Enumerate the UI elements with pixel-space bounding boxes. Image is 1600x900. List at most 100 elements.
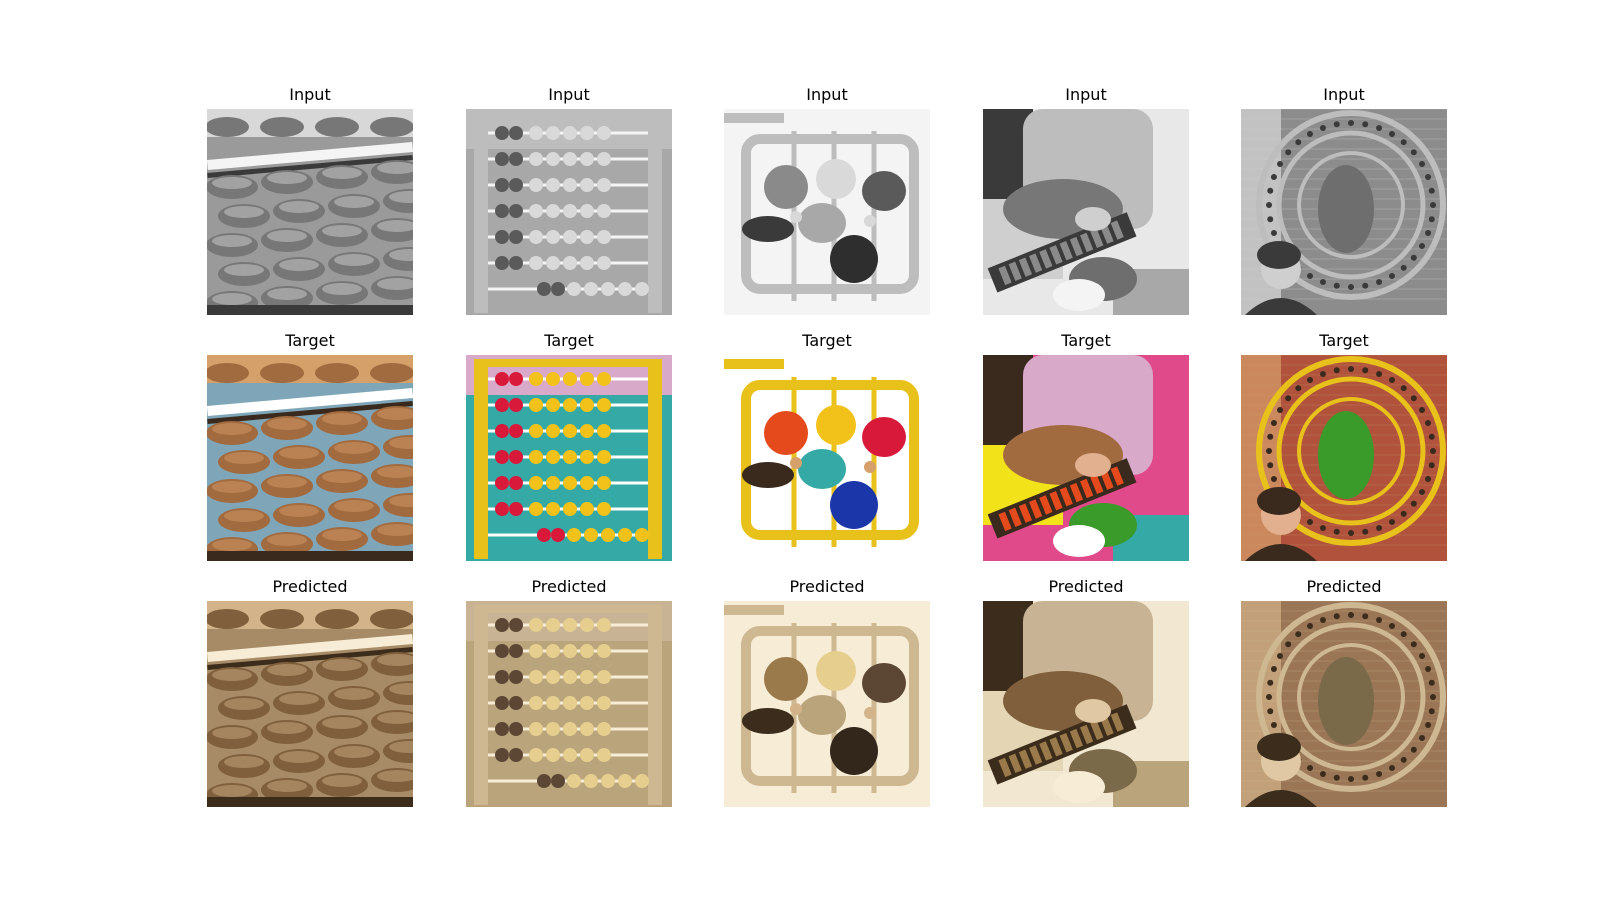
yellow-bead [567, 774, 581, 788]
frame-right [648, 113, 662, 313]
yellow-bead [529, 696, 543, 710]
bead-highlight [224, 264, 264, 276]
gem-bead [862, 663, 906, 703]
hand [1075, 207, 1111, 231]
yellow-bead [580, 670, 594, 684]
red-bead [509, 424, 523, 438]
ring-bead [1285, 641, 1292, 648]
kids-abacus-frame-image [466, 355, 672, 561]
yellow-bead [546, 670, 560, 684]
yellow-bead [563, 618, 577, 632]
yellow-bead [563, 424, 577, 438]
red-bead [495, 230, 509, 244]
bead-highlight [322, 659, 362, 671]
ring-bead [1400, 385, 1407, 392]
yellow-bead [529, 256, 543, 270]
yellow-bead [580, 204, 594, 218]
ring-bead [1267, 216, 1274, 223]
topiary [1318, 411, 1374, 499]
hand [1075, 453, 1111, 477]
red-bead [509, 398, 523, 412]
ring-bead [1270, 419, 1277, 426]
bead-highlight [322, 775, 362, 787]
panel-title: Target [802, 331, 852, 350]
ring-bead [1389, 519, 1395, 526]
red-bead [495, 204, 509, 218]
gem-bead [816, 405, 856, 445]
image-grid-figure: Input Input Input Input Input Target Target Tar… [0, 0, 1600, 900]
ring-bead [1419, 735, 1426, 741]
metal-spacer [864, 707, 876, 719]
upper-bead [315, 609, 359, 629]
ring-bead [1285, 149, 1292, 156]
bead-highlight [279, 693, 319, 705]
yellow-bead [546, 644, 560, 658]
yellow-bead [563, 450, 577, 464]
upper-bead [315, 363, 359, 383]
red-bead [509, 204, 523, 218]
ring-bead [1376, 616, 1383, 623]
ring-bead [1389, 376, 1395, 383]
yellow-bead [546, 372, 560, 386]
yellow-bead [567, 528, 581, 542]
yellow-bead [529, 178, 543, 192]
panel-title: Input [1323, 85, 1365, 104]
ring-bead [1333, 774, 1340, 781]
ring-bead [1410, 746, 1417, 753]
ring-bead [1419, 653, 1426, 659]
red-bead [495, 748, 509, 762]
bead-highlight [334, 688, 374, 700]
yellow-bead [546, 230, 560, 244]
red-bead [551, 774, 565, 788]
yellow-bead [563, 256, 577, 270]
ring-bead [1307, 273, 1313, 280]
yellow-bead [597, 204, 611, 218]
yellow-bead [563, 748, 577, 762]
ring-bead [1400, 510, 1407, 517]
bead-highlight [267, 172, 307, 184]
yellow-bead [618, 282, 632, 296]
image-cell: Target [207, 331, 413, 561]
hand [1075, 699, 1111, 723]
image-cell: Target [724, 331, 930, 561]
bead-highlight [267, 476, 307, 488]
frame-top [474, 605, 662, 613]
ring-bead [1428, 216, 1435, 223]
gemstone-abacus-image [724, 601, 930, 807]
upper-bead [370, 363, 413, 383]
panel-title: Target [1061, 331, 1111, 350]
yellow-bead [618, 774, 632, 788]
soroban-closeup-image [207, 355, 413, 561]
ring-bead [1333, 282, 1340, 289]
yellow-bead [563, 476, 577, 490]
gem-bead [816, 159, 856, 199]
ring-bead [1389, 130, 1395, 137]
person-hair [1257, 241, 1301, 269]
metal-spacer [864, 461, 876, 473]
metal-spacer [790, 703, 802, 715]
upper-bead [207, 363, 249, 383]
yellow-bead [597, 424, 611, 438]
ring-bead [1400, 631, 1407, 638]
ring-bead [1428, 462, 1435, 469]
frame-right [648, 605, 662, 805]
yellow-bead [563, 126, 577, 140]
ring-bead [1410, 500, 1417, 507]
bead-highlight [322, 471, 362, 483]
frame-handle [724, 113, 784, 123]
bead-highlight [322, 717, 362, 729]
bead-highlight [224, 206, 264, 218]
yellow-bead [546, 424, 560, 438]
frame-left [474, 113, 488, 313]
metal-spacer [790, 211, 802, 223]
ring-bead [1307, 765, 1313, 772]
bead-highlight [334, 746, 374, 758]
red-bead [509, 230, 523, 244]
yellow-bead [584, 282, 598, 296]
red-bead [495, 670, 509, 684]
ring-bead [1348, 120, 1354, 126]
yellow-bead [546, 204, 560, 218]
ring-bead [1419, 161, 1426, 167]
gem-bead [798, 449, 846, 489]
yellow-bead [529, 670, 543, 684]
